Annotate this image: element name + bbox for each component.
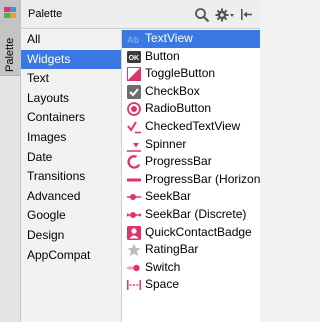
widget-label: RatingBar [145, 242, 199, 257]
palette-side-tab[interactable]: Palette [0, 0, 21, 76]
textview-icon: Ab [127, 32, 141, 46]
widget-label: QuickContactBadge [145, 224, 252, 239]
widget-label: Spinner [145, 136, 187, 151]
checkbox-icon [127, 84, 141, 99]
widget-item-quickcontactbadge[interactable]: QuickContactBadge [122, 224, 260, 242]
category-item-appcompat[interactable]: AppCompat [21, 246, 121, 266]
widget-item-button[interactable]: OK Button [122, 48, 260, 66]
palette-header: Palette [21, 0, 260, 29]
seekbar-icon [127, 190, 141, 204]
palette-window: Palette Palette All Widgets Text Layouts… [0, 0, 260, 322]
widget-label: Space [145, 277, 180, 292]
progressbar-circle-icon [127, 155, 141, 169]
seekbar-discrete-icon [127, 208, 141, 222]
widget-label: ProgressBar (Horizontal) [145, 171, 260, 186]
gear-icon[interactable] [215, 7, 235, 23]
category-item-design[interactable]: Design [21, 226, 121, 246]
widget-item-radiobutton[interactable]: RadioButton [122, 100, 260, 118]
widget-item-switch[interactable]: Switch [122, 259, 260, 277]
category-item-widgets[interactable]: Widgets [21, 49, 121, 70]
tool-window-strip: Palette [0, 0, 21, 322]
radiobutton-icon [127, 102, 141, 117]
widget-item-progressbar-horizontal[interactable]: ProgressBar (Horizontal) [122, 171, 260, 189]
widget-item-seekbar-discrete[interactable]: SeekBar (Discrete) [122, 206, 260, 224]
button-icon: OK [127, 50, 141, 64]
widget-label: CheckedTextView [145, 118, 241, 133]
palette-side-tab-label: Palette [4, 37, 16, 72]
svg-text:OK: OK [129, 55, 140, 62]
widget-list: Ab TextView OK Button ToggleButton Check… [122, 30, 260, 322]
category-item-containers[interactable]: Containers [21, 108, 121, 128]
search-icon[interactable] [194, 7, 210, 23]
widget-item-progressbar[interactable]: ProgressBar [122, 153, 260, 171]
widget-label: CheckBox [145, 83, 200, 98]
category-item-images[interactable]: Images [21, 128, 121, 148]
widget-label: Button [145, 48, 180, 63]
hide-panel-icon[interactable] [240, 7, 254, 23]
category-item-text[interactable]: Text [21, 69, 121, 89]
widget-item-textview[interactable]: Ab TextView [122, 30, 260, 48]
palette-title: Palette [28, 8, 63, 20]
widget-item-spinner[interactable]: Spinner [122, 136, 260, 154]
switch-icon [127, 261, 141, 275]
widget-label: SeekBar [145, 189, 192, 204]
widget-label: TextView [145, 31, 193, 45]
widget-label: SeekBar (Discrete) [145, 206, 247, 221]
category-item-layouts[interactable]: Layouts [21, 89, 121, 109]
widget-item-ratingbar[interactable]: RatingBar [122, 241, 260, 259]
category-item-google[interactable]: Google [21, 206, 121, 226]
progressbar-horizontal-icon [127, 173, 141, 187]
svg-text:Ab: Ab [127, 35, 139, 45]
widget-label: RadioButton [145, 101, 212, 116]
ratingbar-icon [127, 243, 141, 257]
space-icon [127, 278, 141, 292]
widget-item-seekbar[interactable]: SeekBar [122, 188, 260, 206]
widget-item-checkedtextview[interactable]: CheckedTextView [122, 118, 260, 136]
palette-icon [3, 6, 17, 20]
category-item-date[interactable]: Date [21, 148, 121, 168]
widget-item-checkbox[interactable]: CheckBox [122, 83, 260, 101]
widget-item-togglebutton[interactable]: ToggleButton [122, 65, 260, 83]
category-item-advanced[interactable]: Advanced [21, 187, 121, 207]
widget-label: ProgressBar [145, 154, 212, 169]
quickcontactbadge-icon [127, 225, 141, 240]
spinner-icon [127, 138, 141, 152]
category-item-all[interactable]: All [21, 30, 121, 50]
widget-label: Switch [145, 259, 181, 274]
widget-item-space[interactable]: Space [122, 276, 260, 294]
category-item-transitions[interactable]: Transitions [21, 167, 121, 187]
togglebutton-icon [127, 67, 141, 82]
checkedtextview-icon [127, 120, 141, 134]
category-list: All Widgets Text Layouts Containers Imag… [21, 30, 122, 322]
widget-label: ToggleButton [145, 66, 216, 81]
